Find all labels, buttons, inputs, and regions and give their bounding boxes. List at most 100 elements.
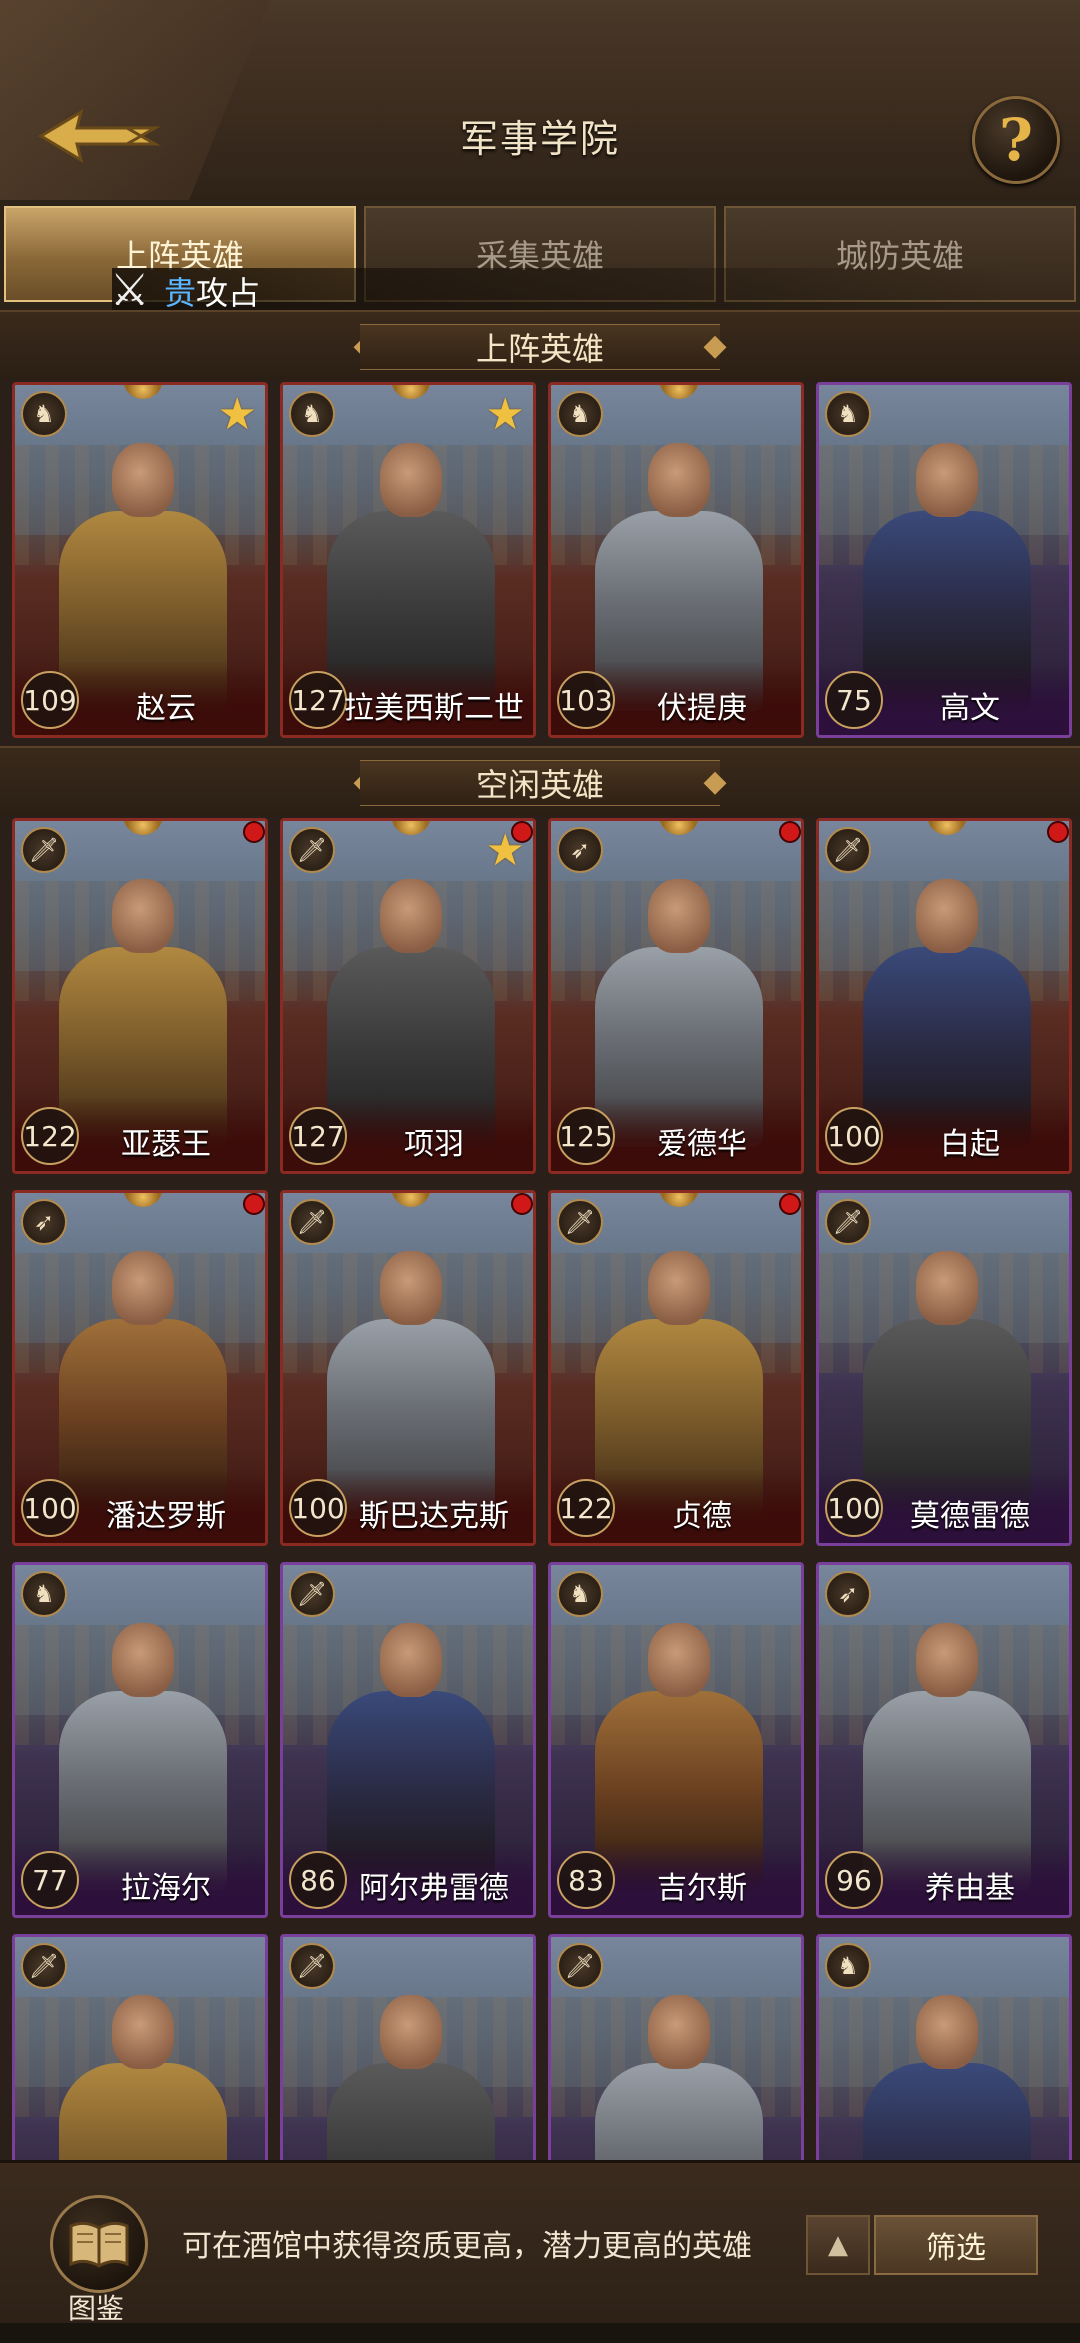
hero-head bbox=[648, 1995, 710, 2069]
codex-label: 图鉴 bbox=[67, 2292, 124, 2325]
codex-button[interactable] bbox=[50, 2195, 148, 2293]
hero-head bbox=[916, 1995, 978, 2069]
sword-icon: 🗡 bbox=[289, 1199, 335, 1245]
hero-name: 赵云 bbox=[136, 691, 196, 726]
hero-head bbox=[648, 443, 710, 517]
hero-card[interactable]: 🗡 bbox=[12, 1934, 268, 2160]
sword-icon: 🗡 bbox=[557, 1199, 603, 1245]
hero-card[interactable]: ♞ ★ 127 拉美西斯二世 bbox=[280, 382, 536, 738]
sword-icon: 🗡 bbox=[825, 1199, 871, 1245]
hero-head bbox=[380, 443, 442, 517]
top-bar: 军事学院 ? bbox=[0, 0, 1080, 202]
hero-card[interactable]: ➶ 96 养由基 bbox=[816, 1562, 1072, 1918]
hero-name: 斯巴达克斯 bbox=[359, 1499, 509, 1534]
hero-head bbox=[380, 1623, 442, 1697]
tavern-hint: 可在酒馆中获得资质更高，潜力更高的英雄 bbox=[182, 2229, 752, 2264]
horse-icon: ♞ bbox=[289, 391, 335, 437]
horse-icon: ♞ bbox=[21, 391, 67, 437]
hero-head bbox=[112, 443, 174, 517]
sword-icon: 🗡 bbox=[289, 1571, 335, 1617]
hero-head bbox=[112, 1623, 174, 1697]
broadcast-marquee: ⚔ 贵攻占 bbox=[110, 265, 1012, 316]
hero-name: 养由基 bbox=[925, 1871, 1015, 1906]
idle-hero-grid: 🗡 122 亚瑟王 🗡 ★ 127 项羽 ➶ 125 爱德华 🗡 100 白起 ➶ 100 潘达罗斯 🗡 100 斯… bbox=[0, 816, 1080, 2160]
hero-name: 潘达罗斯 bbox=[106, 1499, 226, 1534]
notification-dot bbox=[511, 821, 533, 843]
hero-head bbox=[112, 1995, 174, 2069]
sort-toggle-button[interactable]: ▲ bbox=[806, 2215, 870, 2275]
hero-head bbox=[380, 879, 442, 953]
sword-icon: 🗡 bbox=[825, 827, 871, 873]
hero-name: 亚瑟王 bbox=[121, 1127, 211, 1162]
hero-card[interactable]: 🗡 ★ 127 项羽 bbox=[280, 818, 536, 1174]
horse-icon: ♞ bbox=[825, 1943, 871, 1989]
hero-name: 莫德雷德 bbox=[910, 1499, 1030, 1534]
hero-portrait bbox=[55, 1977, 231, 2160]
hero-card[interactable]: 🗡 100 斯巴达克斯 bbox=[280, 1190, 536, 1546]
sword-icon: 🗡 bbox=[21, 827, 67, 873]
notification-dot bbox=[243, 821, 265, 843]
notification-dot bbox=[511, 1193, 533, 1215]
notification-dot bbox=[243, 1193, 265, 1215]
hero-portrait bbox=[591, 1977, 767, 2160]
hero-card[interactable]: 🗡 86 阿尔弗雷德 bbox=[280, 1562, 536, 1918]
hero-armor bbox=[863, 2063, 1031, 2160]
horse-icon: ♞ bbox=[557, 391, 603, 437]
hero-name: 高文 bbox=[940, 691, 1000, 726]
hero-card[interactable]: 🗡 100 白起 bbox=[816, 818, 1072, 1174]
hero-head bbox=[916, 1251, 978, 1325]
bow-icon: ➶ bbox=[557, 827, 603, 873]
horse-icon: ♞ bbox=[557, 1571, 603, 1617]
hero-card[interactable]: ➶ 125 爱德华 bbox=[548, 818, 804, 1174]
hero-card[interactable]: ♞ 75 高文 bbox=[816, 382, 1072, 738]
section-title: 上阵英雄 bbox=[360, 324, 720, 370]
sword-icon: 🗡 bbox=[289, 827, 335, 873]
hero-head bbox=[916, 1623, 978, 1697]
hero-name: 爱德华 bbox=[657, 1127, 747, 1162]
hero-name: 吉尔斯 bbox=[657, 1871, 747, 1906]
hero-card[interactable]: 🗡 122 贞德 bbox=[548, 1190, 804, 1546]
hero-portrait bbox=[859, 1977, 1035, 2160]
hero-head bbox=[648, 879, 710, 953]
notification-dot bbox=[779, 821, 801, 843]
hero-head bbox=[648, 1623, 710, 1697]
page-title: 军事学院 bbox=[459, 117, 620, 161]
hero-card[interactable]: 🗡 100 莫德雷德 bbox=[816, 1190, 1072, 1546]
hero-head bbox=[112, 879, 174, 953]
question-icon: ? bbox=[999, 106, 1033, 174]
broadcast-message: 攻占 bbox=[196, 274, 261, 312]
hero-card[interactable]: 🗡 bbox=[548, 1934, 804, 2160]
hero-name: 阿尔弗雷德 bbox=[359, 1871, 509, 1906]
hero-armor bbox=[327, 2063, 495, 2160]
hero-name: 项羽 bbox=[404, 1127, 464, 1162]
book-icon bbox=[69, 2221, 129, 2268]
section-header-deployed: ◆ 上阵英雄 ◆ bbox=[0, 310, 1080, 384]
notification-dot bbox=[1047, 821, 1069, 843]
broadcast-highlight: 贵 bbox=[164, 274, 197, 312]
hero-card[interactable]: ♞ 77 拉海尔 bbox=[12, 1562, 268, 1918]
horse-icon: ♞ bbox=[825, 391, 871, 437]
hero-head bbox=[380, 1251, 442, 1325]
hero-card[interactable]: ♞ ★ 109 赵云 bbox=[12, 382, 268, 738]
help-button[interactable]: ? bbox=[972, 96, 1060, 184]
horse-icon: ♞ bbox=[21, 1571, 67, 1617]
hero-card[interactable]: ➶ 100 潘达罗斯 bbox=[12, 1190, 268, 1546]
triangle-up-icon: ▲ bbox=[828, 2230, 848, 2260]
hero-head bbox=[916, 879, 978, 953]
hero-armor bbox=[59, 2063, 227, 2160]
deployed-hero-grid: ♞ ★ 109 赵云 ♞ ★ 127 拉美西斯二世 ♞ 103 伏提庚 ♞ 75 高文 bbox=[0, 380, 1080, 750]
filter-label: 筛选 bbox=[926, 2231, 986, 2266]
hero-head bbox=[916, 443, 978, 517]
ornament-right-icon: ◆ bbox=[703, 328, 727, 363]
hero-card[interactable]: 🗡 bbox=[280, 1934, 536, 2160]
crossed-swords-icon: ⚔ bbox=[110, 265, 150, 316]
hero-card[interactable]: 🗡 122 亚瑟王 bbox=[12, 818, 268, 1174]
hero-card[interactable]: ♞ 83 吉尔斯 bbox=[548, 1562, 804, 1918]
notification-dot bbox=[779, 1193, 801, 1215]
hero-card[interactable]: ♞ bbox=[816, 1934, 1072, 2160]
hero-head bbox=[648, 1251, 710, 1325]
hero-card[interactable]: ♞ 103 伏提庚 bbox=[548, 382, 804, 738]
bow-icon: ➶ bbox=[825, 1571, 871, 1617]
filter-button[interactable]: 筛选 bbox=[874, 2215, 1038, 2275]
bow-icon: ➶ bbox=[21, 1199, 67, 1245]
